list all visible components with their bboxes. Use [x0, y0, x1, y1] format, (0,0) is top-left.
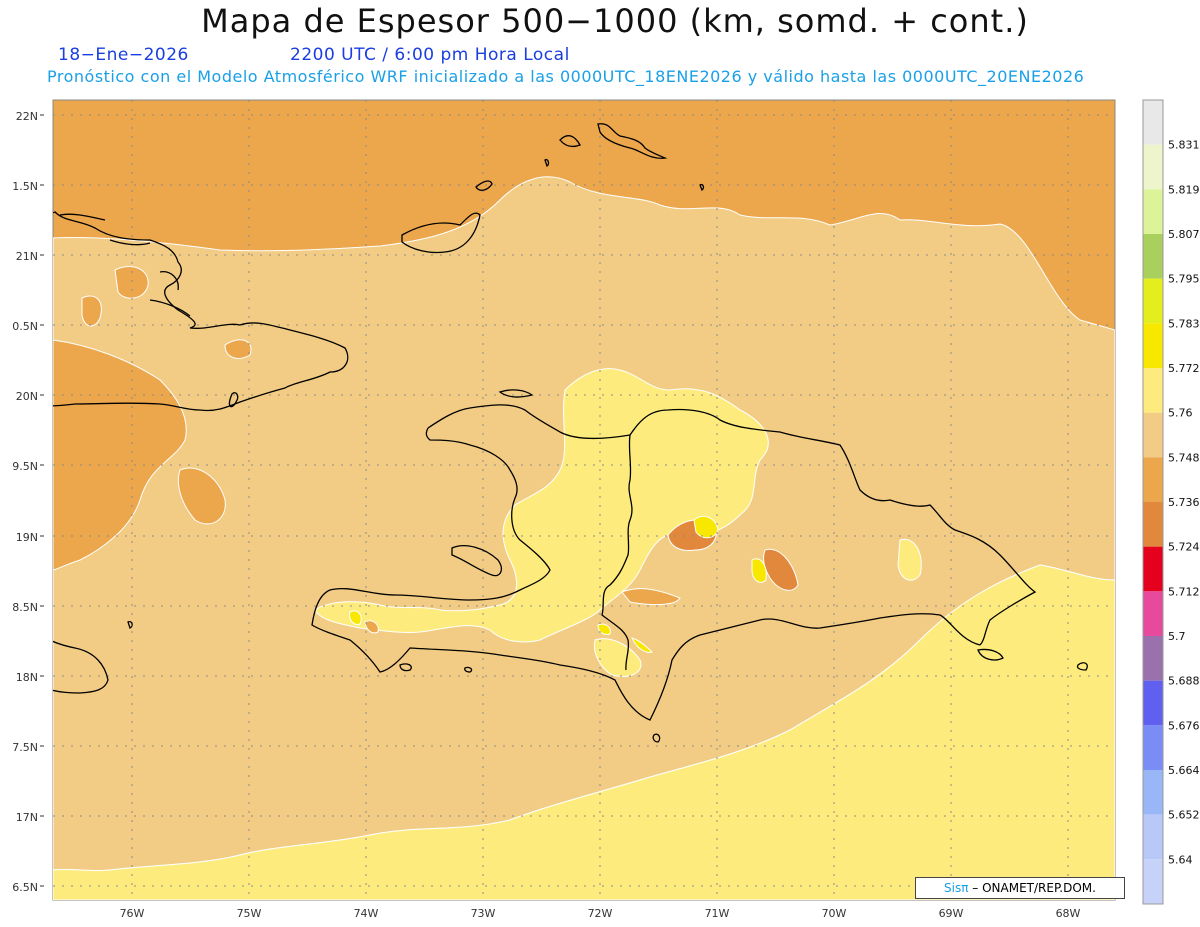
cuba-orange-patch — [224, 339, 252, 359]
credit-sis: Sis — [944, 881, 962, 895]
lon-label: 76W — [120, 907, 145, 920]
legend-label: 5.712 — [1168, 585, 1200, 598]
lon-label: 69W — [939, 907, 964, 920]
legend-label: 5.76 — [1168, 407, 1193, 420]
legend-label: 5.688 — [1168, 675, 1200, 688]
lat-label: 1.5N — [12, 180, 38, 193]
lon-label: 70W — [822, 907, 847, 920]
model-description: Pronóstico con el Modelo Atmosférico WRF… — [47, 67, 1085, 86]
legend-label: 5.724 — [1168, 541, 1200, 554]
bahamas-orange-patch-2 — [81, 295, 102, 327]
legend-swatch — [1143, 591, 1163, 636]
legend-swatch — [1143, 234, 1163, 279]
legend-label: 5.807 — [1168, 228, 1200, 241]
lat-label: 19N — [16, 531, 38, 544]
lon-label: 71W — [705, 907, 730, 920]
legend-swatch — [1143, 859, 1163, 904]
legend-label: 5.783 — [1168, 317, 1200, 330]
legend-swatch — [1143, 144, 1163, 190]
thickness-map: 22N 1.5N 21N 0.5N 20N 9.5N 19N 8.5N 18N … — [12, 99, 1200, 920]
lon-label: 75W — [237, 907, 262, 920]
lon-label: 74W — [354, 907, 379, 920]
legend-label: 5.748 — [1168, 451, 1200, 464]
legend-swatch — [1143, 278, 1163, 324]
lat-label: 9.5N — [12, 460, 38, 473]
legend-swatch — [1143, 457, 1163, 502]
legend-swatch — [1143, 412, 1163, 458]
legend-label: 5.664 — [1168, 764, 1200, 777]
forecast-date: 18−Ene−2026 — [58, 45, 189, 65]
legend-label: 5.819 — [1168, 183, 1200, 196]
lat-label: 21N — [16, 250, 38, 263]
lon-label: 72W — [588, 907, 613, 920]
legend-swatch — [1143, 502, 1163, 547]
legend-label: 5.676 — [1168, 719, 1200, 732]
lat-ticks — [40, 114, 44, 887]
legend-swatch — [1143, 368, 1163, 413]
legend-swatch — [1143, 814, 1163, 860]
lat-label: 20N — [16, 390, 38, 403]
legend-label: 5.64 — [1168, 853, 1193, 866]
lat-axis: 22N 1.5N 21N 0.5N 20N 9.5N 19N 8.5N 18N … — [12, 110, 38, 894]
legend-swatch — [1143, 770, 1163, 815]
lon-axis: 76W 75W 74W 73W 72W 71W 70W 69W 68W — [120, 907, 1081, 920]
lat-label: 7.5N — [12, 741, 38, 754]
legend-swatch — [1143, 680, 1163, 726]
legend-swatch — [1143, 323, 1163, 368]
legend-label: 5.772 — [1168, 362, 1200, 375]
legend-swatch — [1143, 636, 1163, 681]
credit-org: – ONAMET/REP.DOM. — [972, 881, 1096, 895]
lat-label: 0.5N — [12, 320, 38, 333]
legend-label: 5.795 — [1168, 273, 1200, 286]
legend-label: 5.831 — [1168, 139, 1200, 152]
legend-swatch — [1143, 725, 1163, 770]
lat-label: 18N — [16, 671, 38, 684]
legend-label: 5.736 — [1168, 496, 1200, 509]
credit-pi: π — [961, 881, 969, 895]
lat-label: 6.5N — [12, 881, 38, 894]
legend-swatch — [1143, 189, 1163, 234]
map-title: Mapa de Espesor 500−1000 (km, somd. + co… — [201, 2, 1029, 40]
lat-label: 22N — [16, 110, 38, 123]
legend-label: 5.652 — [1168, 809, 1200, 822]
lat-label: 8.5N — [12, 601, 38, 614]
color-legend: 5.831 5.819 5.807 5.795 5.783 5.772 5.76 5.748 5… — [1142, 99, 1200, 905]
legend-swatch — [1143, 100, 1163, 145]
lat-label: 17N — [16, 811, 38, 824]
forecast-time: 2200 UTC / 6:00 pm Hora Local — [290, 45, 570, 65]
legend-label: 5.7 — [1168, 630, 1186, 643]
lon-label: 68W — [1056, 907, 1081, 920]
lon-label: 73W — [471, 907, 496, 920]
legend-swatch — [1143, 546, 1163, 592]
credit-box: Sisπ – ONAMET/REP.DOM. — [915, 877, 1125, 899]
